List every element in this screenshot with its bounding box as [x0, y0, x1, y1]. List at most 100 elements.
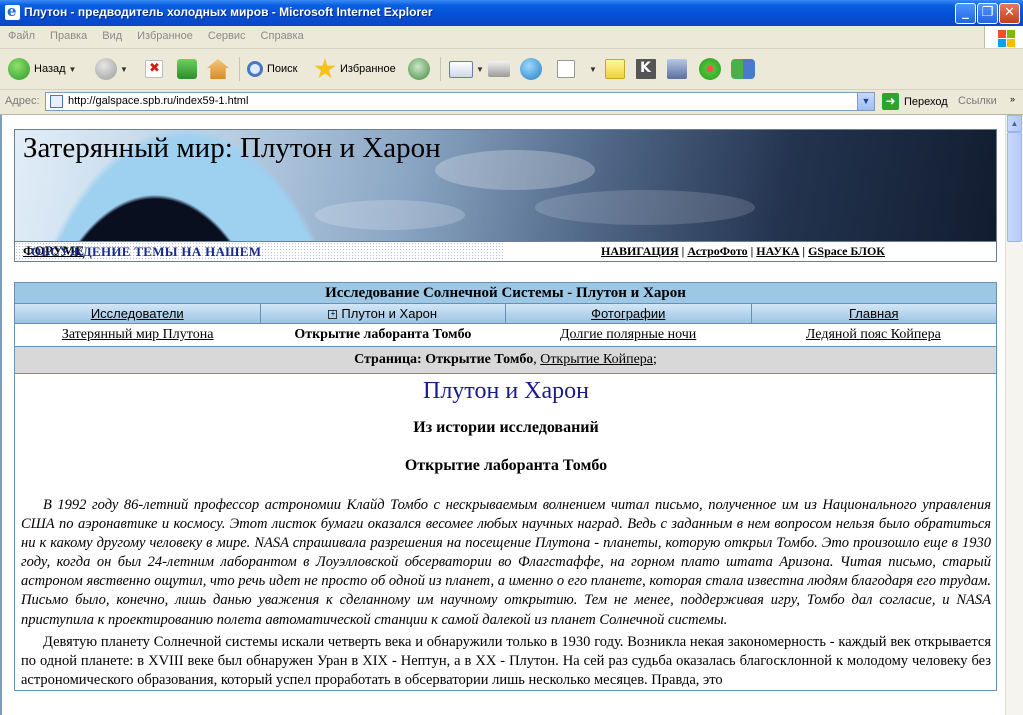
research-icon — [667, 59, 687, 79]
word-button[interactable]: ▼ — [557, 55, 597, 83]
word-icon — [557, 60, 575, 78]
tab-photos[interactable]: Фотографии — [506, 304, 752, 323]
menu-bar: Файл Правка Вид Избранное Сервис Справка — [0, 26, 1023, 49]
word-dropdown-icon[interactable]: ▼ — [589, 65, 597, 74]
messenger-icon — [520, 58, 542, 80]
close-button[interactable]: ✕ — [999, 3, 1020, 24]
tab-researchers[interactable]: Исследователи — [15, 304, 261, 323]
research-button[interactable] — [667, 55, 687, 83]
users-button[interactable] — [731, 55, 755, 83]
section-tabs: Исследователи + Плутон и Харон Фотографии… — [15, 304, 996, 324]
forward-button[interactable]: ▼ — [95, 55, 128, 83]
refresh-button[interactable] — [177, 55, 197, 83]
go-button[interactable]: ➜ Переход — [882, 93, 948, 110]
tab-label: Исследователи — [90, 306, 184, 321]
back-label: Назад — [34, 63, 66, 75]
page-icon — [50, 95, 63, 108]
minimize-button[interactable]: _ — [955, 3, 976, 24]
page-prefix: Страница: — [354, 352, 422, 367]
menu-tools[interactable]: Сервис — [200, 26, 253, 42]
forum-bar: ОБСУЖДЕНИЕ ТЕМЫ НА НАШЕМ ФОРУМЕ НАВИГАЦИ… — [14, 242, 997, 262]
page-link-kuiper[interactable]: Открытие Койпера — [540, 352, 653, 367]
toolbar-separator — [239, 57, 240, 81]
notes-button[interactable] — [605, 55, 625, 83]
header-banner: Затерянный мир: Плутон и Харон — [14, 129, 997, 242]
menu-view[interactable]: Вид — [94, 26, 129, 42]
mail-button[interactable]: ▼ — [449, 55, 484, 83]
article-paragraph: Девятую планету Солнечной системы искали… — [21, 633, 991, 688]
subnav-lost-world[interactable]: Затерянный мир Плутона — [15, 324, 260, 346]
address-dropdown-icon[interactable]: ▼ — [857, 93, 874, 110]
back-button[interactable]: Назад ▼ — [8, 55, 76, 83]
page-viewport: Затерянный мир: Плутон и Харон ОБСУЖДЕНИ… — [0, 115, 1023, 715]
forum-notice: ОБСУЖДЕНИЕ ТЕМЫ НА НАШЕМ ФОРУМЕ — [15, 242, 505, 261]
subnav-polar-nights[interactable]: Долгие полярные ночи — [506, 324, 751, 346]
back-dropdown-icon[interactable]: ▼ — [69, 65, 77, 74]
favorites-button[interactable]: Избранное — [314, 55, 396, 83]
scroll-up-icon[interactable]: ▲ — [1007, 115, 1022, 132]
forward-icon — [95, 58, 117, 80]
menu-help[interactable]: Справка — [253, 26, 311, 42]
nav-link-gspace-blog[interactable]: GSpace БЛОК — [808, 244, 885, 258]
windows-logo-icon — [984, 26, 1023, 48]
article-section-heading: Открытие лаборанта Томбо — [404, 457, 608, 474]
article-heading: Плутон и Харон — [423, 378, 589, 404]
icq-button[interactable] — [699, 55, 721, 83]
tab-label: Плутон и Харон — [341, 306, 438, 321]
address-url: http://galspace.spb.ru/index59-1.html — [68, 95, 249, 107]
history-button[interactable] — [408, 55, 430, 83]
page-comma: , — [533, 352, 537, 367]
nav-link-astrophoto[interactable]: АстроФото — [687, 244, 747, 258]
page-content: Затерянный мир: Плутон и Харон ОБСУЖДЕНИ… — [14, 129, 997, 691]
maximize-button[interactable]: ❐ — [977, 3, 998, 24]
stop-button[interactable]: ✖ — [145, 55, 163, 83]
nav-link-science[interactable]: НАУКА — [756, 244, 799, 258]
subnav-tombaugh-discovery: Открытие лаборанта Томбо — [260, 324, 505, 346]
address-bar: Адрес: http://galspace.spb.ru/index59-1.… — [0, 90, 1023, 115]
stop-icon: ✖ — [145, 60, 163, 78]
links-button[interactable]: Ссылки — [958, 95, 997, 107]
address-input[interactable]: http://galspace.spb.ru/index59-1.html ▼ — [45, 92, 875, 111]
nav-separator: | — [747, 244, 757, 258]
forward-dropdown-icon[interactable]: ▼ — [120, 65, 128, 74]
subnav-label: Открытие лаборанта Томбо — [294, 327, 472, 342]
mail-dropdown-icon[interactable]: ▼ — [476, 65, 484, 74]
menu-favorites[interactable]: Избранное — [129, 26, 200, 42]
vertical-scrollbar[interactable]: ▲ — [1005, 115, 1023, 715]
top-nav: НАВИГАЦИЯ | АстроФото | НАУКА | GSpace Б… — [601, 244, 885, 259]
tab-home[interactable]: Главная — [752, 304, 997, 323]
nav-separator: | — [799, 244, 809, 258]
messenger-button[interactable] — [520, 55, 542, 83]
home-button[interactable] — [207, 55, 229, 83]
address-label: Адрес: — [5, 95, 40, 107]
home-icon — [207, 59, 229, 79]
tab-pluto-charon[interactable]: + Плутон и Харон — [261, 304, 506, 323]
ie-icon — [5, 2, 20, 20]
expand-plus-icon[interactable]: + — [328, 310, 338, 320]
print-button[interactable] — [488, 55, 510, 83]
go-label: Переход — [904, 95, 948, 108]
menu-file[interactable]: Файл — [0, 26, 42, 42]
scroll-thumb[interactable] — [1007, 132, 1022, 242]
subnav-label: Долгие полярные ночи — [559, 327, 697, 342]
section-title: Исследование Солнечной Системы - Плутон … — [15, 283, 996, 304]
history-icon — [408, 58, 430, 80]
nav-link-navigation[interactable]: НАВИГАЦИЯ — [601, 244, 679, 258]
users-icon — [731, 59, 755, 79]
links-chevron-icon[interactable]: » — [1010, 94, 1015, 104]
print-icon — [488, 61, 510, 77]
back-icon — [8, 58, 30, 80]
subnav-kuiper-belt[interactable]: Ледяной пояс Койпера — [751, 324, 996, 346]
article-section: Исследование Солнечной Системы - Плутон … — [14, 282, 997, 691]
subnav-label: Затерянный мир Плутона — [61, 327, 214, 342]
subnav-label: Ледяной пояс Койпера — [805, 327, 941, 342]
search-button[interactable]: Поиск — [247, 55, 297, 83]
article-subheading: Из истории исследований — [413, 419, 599, 436]
forum-text: ОБСУЖДЕНИЕ ТЕМЫ НА НАШЕМ — [31, 244, 262, 259]
favorites-icon — [314, 58, 336, 79]
search-label: Поиск — [267, 63, 298, 75]
menu-edit[interactable]: Правка — [42, 26, 94, 42]
icq-icon — [699, 58, 721, 80]
k-button[interactable]: K — [636, 55, 656, 83]
search-icon — [247, 61, 263, 77]
